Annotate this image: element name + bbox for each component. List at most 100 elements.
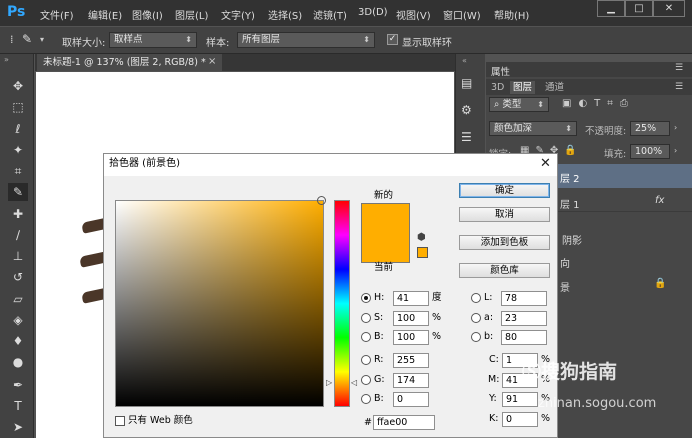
tab-3d[interactable]: 3D: [491, 81, 504, 94]
fill-input[interactable]: 100%: [630, 144, 670, 159]
menu-view[interactable]: 视图(V): [396, 7, 431, 22]
add-to-swatches-button[interactable]: 添加到色板: [459, 235, 550, 250]
y-input[interactable]: 91: [502, 392, 538, 407]
hex-input[interactable]: ffae00: [373, 415, 435, 430]
type-tool-icon[interactable]: T: [8, 397, 28, 415]
a-radio[interactable]: [471, 313, 481, 323]
path-selection-tool-icon[interactable]: ➤: [8, 418, 28, 436]
opacity-input[interactable]: 25%: [630, 121, 670, 136]
tab-channels[interactable]: 通道: [545, 81, 564, 94]
show-ring-checkbox[interactable]: ✓: [387, 34, 398, 45]
color-libraries-button[interactable]: 颜色库: [459, 263, 550, 278]
collapse-icon[interactable]: »: [4, 55, 9, 64]
l-radio[interactable]: [471, 293, 481, 303]
stamp-tool-icon[interactable]: ⊥: [8, 247, 28, 265]
menu-edit[interactable]: 编辑(E): [88, 7, 122, 22]
tab-layers[interactable]: 图层: [510, 81, 536, 94]
b-input[interactable]: 100: [393, 330, 429, 345]
h-radio[interactable]: [361, 293, 371, 303]
blend-mode-select[interactable]: 颜色加深 ⬍: [489, 121, 577, 136]
l-label: L:: [484, 292, 493, 303]
close-tab-button[interactable]: ×: [208, 56, 216, 67]
l-input[interactable]: 78: [501, 291, 547, 306]
magic-wand-tool-icon[interactable]: ✦: [8, 141, 28, 159]
sample-select[interactable]: 所有图层 ⬍: [237, 32, 375, 48]
blur-tool-icon[interactable]: ♦: [8, 332, 28, 350]
history-panel-icon[interactable]: ▤: [461, 76, 472, 90]
color-field-cursor[interactable]: [317, 196, 326, 205]
dialog-close-button[interactable]: ✕: [540, 156, 551, 171]
healing-brush-tool-icon[interactable]: ✚: [8, 205, 28, 223]
sogou-logo-icon: Ⓢ: [522, 361, 542, 383]
s-radio[interactable]: [361, 313, 371, 323]
minimize-button[interactable]: ▁: [597, 0, 625, 17]
layer-filter-select[interactable]: ⌕ 类型 ⬍: [489, 97, 549, 112]
fx-icon[interactable]: fx: [655, 195, 664, 206]
history-brush-tool-icon[interactable]: ↺: [8, 268, 28, 286]
ok-button[interactable]: 确定: [459, 183, 550, 198]
cube-icon[interactable]: ⬢: [417, 232, 426, 243]
menu-select[interactable]: 选择(S): [268, 7, 302, 22]
fill-label: 填充:: [604, 149, 627, 160]
layer-name: 层 2: [560, 174, 580, 185]
g-radio[interactable]: [361, 375, 371, 385]
b-label: B:: [374, 331, 384, 342]
b-radio[interactable]: [361, 332, 371, 342]
panel-menu-icon[interactable]: ☰: [675, 82, 683, 92]
opacity-label: 不透明度:: [585, 126, 627, 137]
adjustments-panel-icon[interactable]: ⚙: [461, 103, 472, 117]
blue-radio[interactable]: [361, 394, 371, 404]
menu-window[interactable]: 窗口(W): [443, 7, 481, 22]
web-colors-checkbox[interactable]: [115, 416, 125, 426]
brush-tool-icon[interactable]: ∕: [8, 226, 28, 244]
panel-menu-icon[interactable]: ☰: [675, 63, 683, 73]
web-safe-swatch[interactable]: [417, 247, 428, 258]
sample-size-select[interactable]: 取样点 ⬍: [109, 32, 197, 48]
menu-filter[interactable]: 滤镜(T): [313, 7, 347, 22]
blue-input[interactable]: 0: [393, 392, 429, 407]
menu-type[interactable]: 文字(Y): [221, 7, 255, 22]
properties-tab[interactable]: 属性: [491, 64, 510, 78]
a-input[interactable]: 23: [501, 311, 547, 326]
r-radio[interactable]: [361, 355, 371, 365]
marquee-tool-icon[interactable]: ⬚: [8, 98, 28, 116]
maximize-button[interactable]: □: [625, 0, 653, 17]
s-input[interactable]: 100: [393, 311, 429, 326]
paint-bucket-tool-icon[interactable]: ◈: [8, 311, 28, 329]
lab-b-input[interactable]: 80: [501, 330, 547, 345]
r-input[interactable]: 255: [393, 353, 429, 368]
menu-file[interactable]: 文件(F): [40, 7, 74, 22]
document-tab[interactable]: 未标题-1 @ 137% (图层 2, RGB/8) *: [37, 54, 222, 71]
properties-panel-icon[interactable]: ☰: [461, 130, 472, 144]
k-input[interactable]: 0: [502, 412, 538, 427]
g-input[interactable]: 174: [393, 373, 429, 388]
hue-slider-arrow-right-icon[interactable]: ◁: [351, 378, 357, 387]
menu-image[interactable]: 图像(I): [132, 7, 163, 22]
menu-help[interactable]: 帮助(H): [494, 7, 529, 22]
saturation-brightness-field[interactable]: [115, 200, 324, 407]
collapse-icon[interactable]: «: [462, 56, 467, 65]
filter-icons[interactable]: ▣◐T⌗⎙: [562, 98, 635, 109]
cancel-button[interactable]: 取消: [459, 207, 550, 222]
h-input[interactable]: 41: [393, 291, 429, 306]
pen-tool-icon[interactable]: ✒: [8, 376, 28, 394]
updown-chevron-icon: ⬍: [565, 124, 572, 133]
crop-tool-icon[interactable]: ⌗: [8, 162, 28, 180]
dodge-tool-icon[interactable]: ●: [8, 353, 28, 371]
move-tool-icon[interactable]: ✥: [8, 77, 28, 95]
menu-3d[interactable]: 3D(D): [358, 7, 388, 18]
sample-label: 样本:: [206, 38, 230, 49]
hue-slider-arrow-left-icon[interactable]: ▷: [326, 378, 332, 387]
eraser-tool-icon[interactable]: ▱: [8, 290, 28, 308]
chevron-right-icon[interactable]: ›: [674, 146, 677, 155]
lab-b-radio[interactable]: [471, 332, 481, 342]
eyedropper-tool-icon[interactable]: ✎: [8, 183, 28, 201]
eyedropper-tool-icon[interactable]: ✎: [22, 32, 32, 46]
lasso-tool-icon[interactable]: ℓ: [8, 120, 28, 138]
close-window-button[interactable]: ✕: [653, 0, 685, 17]
tool-preset-chevron-icon[interactable]: ▾: [40, 35, 44, 44]
hue-slider[interactable]: [334, 200, 350, 407]
current-color-swatch[interactable]: [361, 233, 410, 263]
menu-layer[interactable]: 图层(L): [175, 7, 208, 22]
chevron-right-icon[interactable]: ›: [674, 123, 677, 132]
